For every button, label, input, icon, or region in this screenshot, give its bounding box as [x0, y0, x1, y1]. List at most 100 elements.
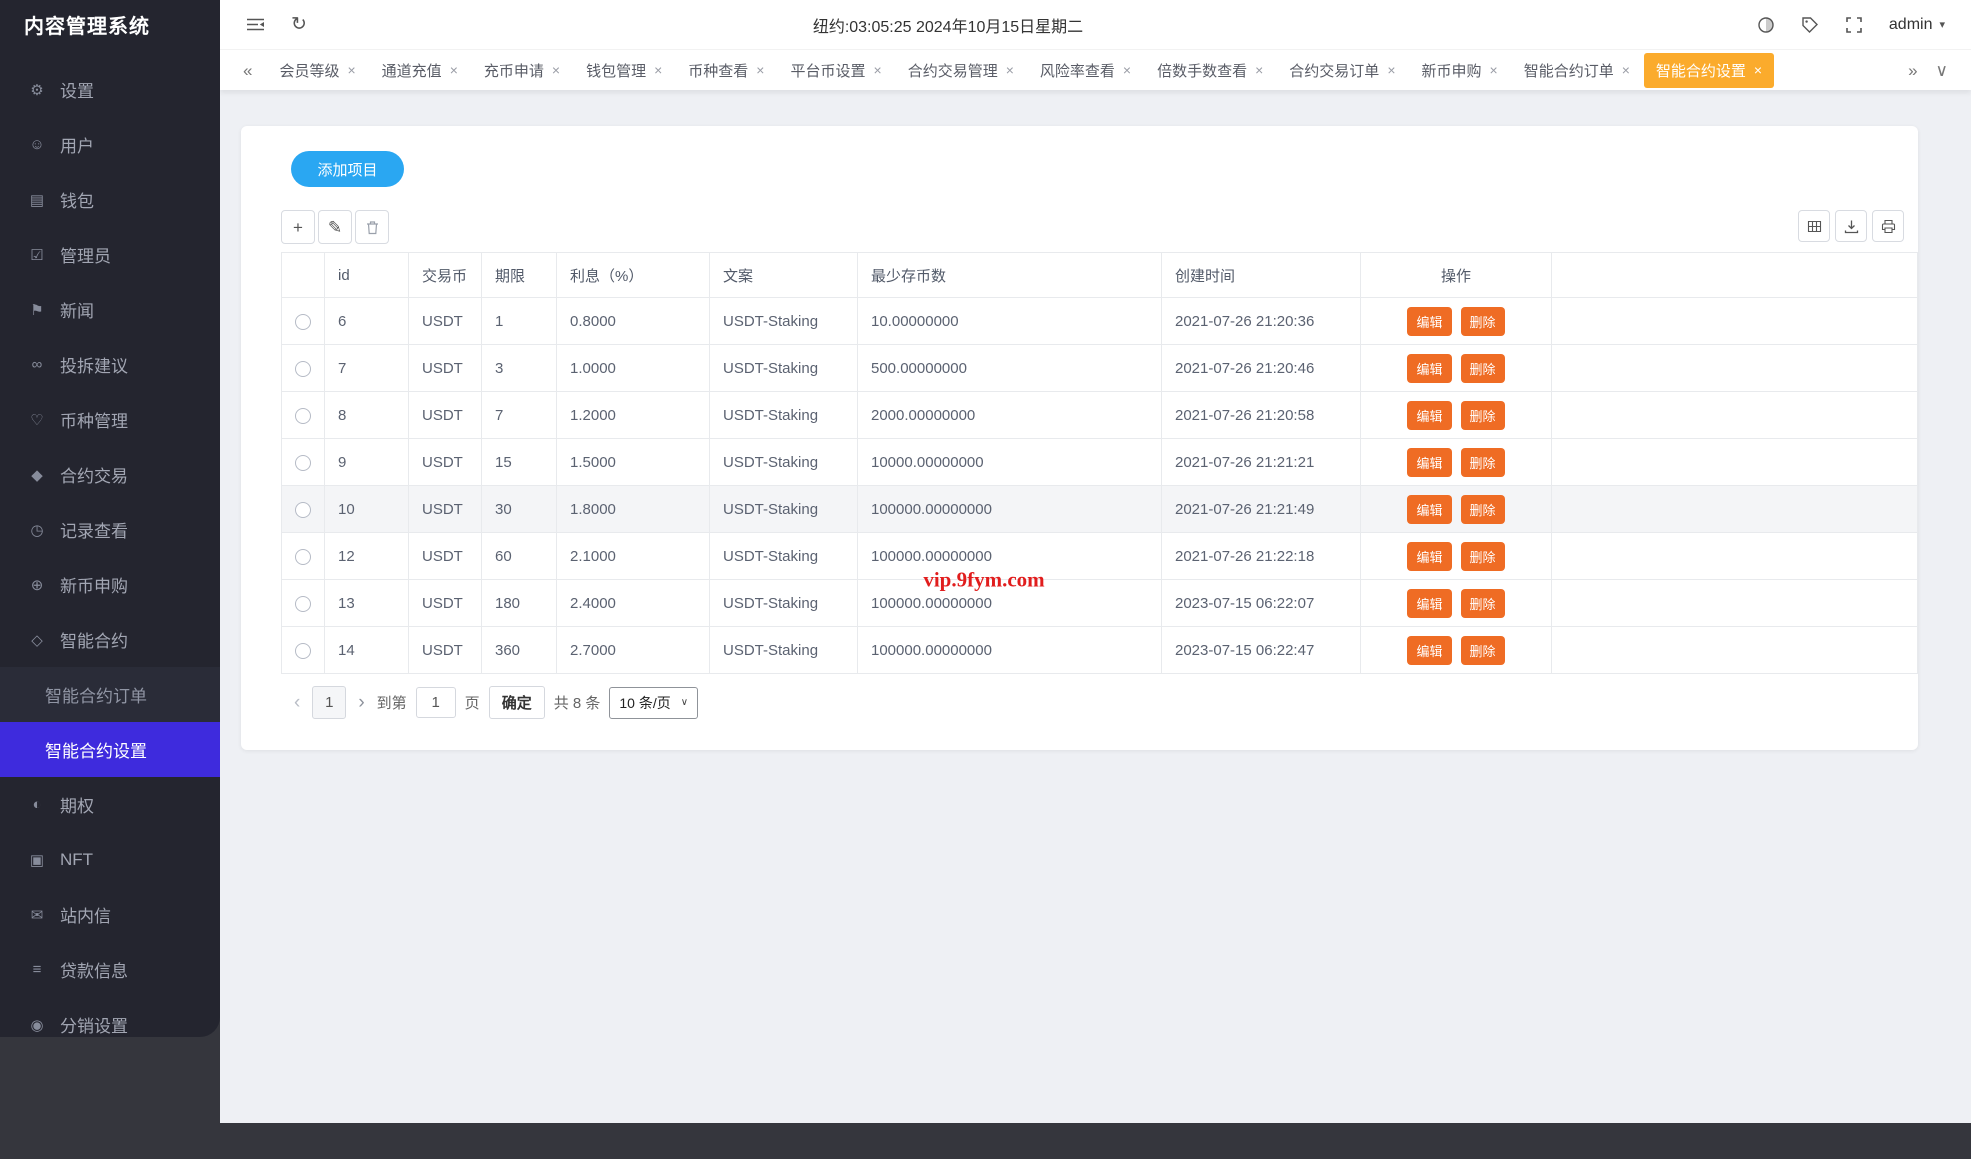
tab[interactable]: 会员等级 ×: [267, 53, 367, 88]
delete-button[interactable]: 删除: [1460, 494, 1505, 524]
close-icon[interactable]: ×: [1622, 63, 1630, 77]
close-icon[interactable]: ×: [1006, 63, 1014, 77]
delete-button[interactable]: 删除: [1460, 306, 1505, 336]
edit-button[interactable]: 编辑: [1407, 541, 1452, 571]
row-radio[interactable]: [295, 454, 311, 471]
close-icon[interactable]: ×: [874, 63, 882, 77]
sidebar-item[interactable]: ▣ NFT: [0, 832, 220, 887]
sidebar-item[interactable]: ◇ 智能合约: [0, 612, 220, 667]
theme-icon[interactable]: [1757, 16, 1775, 34]
sidebar-item[interactable]: ▤ 钱包: [0, 172, 220, 227]
sidebar-item[interactable]: ◆ 合约交易: [0, 447, 220, 502]
print-button[interactable]: [1872, 210, 1904, 242]
close-icon[interactable]: ×: [654, 63, 662, 77]
delete-row-button[interactable]: [355, 210, 389, 244]
tabs-menu-icon[interactable]: ∨: [1927, 62, 1957, 79]
close-icon[interactable]: ×: [1387, 63, 1395, 77]
tab[interactable]: 合约交易订单 ×: [1277, 53, 1407, 88]
edit-button[interactable]: 编辑: [1407, 635, 1452, 665]
delete-button[interactable]: 删除: [1460, 447, 1505, 477]
tab[interactable]: 新币申购 ×: [1410, 53, 1510, 88]
add-row-button[interactable]: +: [281, 210, 315, 244]
row-radio[interactable]: [295, 360, 311, 377]
tab[interactable]: 合约交易管理 ×: [896, 53, 1026, 88]
collapse-sidebar-icon[interactable]: [246, 17, 265, 32]
page-size-select[interactable]: 10 条/页 ∨: [609, 686, 699, 719]
sidebar-item[interactable]: ⚙ 设置: [0, 62, 220, 117]
next-page-icon[interactable]: ›: [355, 693, 367, 712]
edit-button[interactable]: 编辑: [1407, 494, 1452, 524]
fullscreen-icon[interactable]: [1845, 16, 1863, 34]
close-icon[interactable]: ×: [1490, 63, 1498, 77]
user-menu[interactable]: admin ▾: [1889, 16, 1945, 34]
sidebar-item[interactable]: ⚑ 新闻: [0, 282, 220, 337]
row-radio[interactable]: [295, 313, 311, 330]
tab[interactable]: 钱包管理 ×: [574, 53, 674, 88]
close-icon[interactable]: ×: [1255, 63, 1263, 77]
tabs-scroll-left-icon[interactable]: «: [234, 62, 261, 79]
sidebar-item[interactable]: ≡ 贷款信息: [0, 942, 220, 997]
cell-text: USDT-Staking: [709, 626, 858, 674]
delete-button[interactable]: 删除: [1460, 400, 1505, 430]
edit-row-button[interactable]: ✎: [318, 210, 352, 244]
admin-badge-icon: ☑: [30, 246, 44, 264]
tab[interactable]: 平台币设置 ×: [778, 53, 893, 88]
sidebar-item[interactable]: ⊕ 新币申购: [0, 557, 220, 612]
cell-actions: 编辑 删除: [1360, 579, 1552, 627]
tab[interactable]: 风险率查看 ×: [1028, 53, 1143, 88]
close-icon[interactable]: ×: [1754, 63, 1762, 77]
edit-button[interactable]: 编辑: [1407, 400, 1452, 430]
tab[interactable]: 通道充值 ×: [370, 53, 470, 88]
delete-button[interactable]: 删除: [1460, 588, 1505, 618]
edit-button[interactable]: 编辑: [1407, 588, 1452, 618]
close-icon[interactable]: ×: [756, 63, 764, 77]
delete-button[interactable]: 删除: [1460, 635, 1505, 665]
row-radio[interactable]: [295, 501, 311, 518]
row-radio[interactable]: [295, 595, 311, 612]
add-item-button[interactable]: 添加项目: [291, 151, 404, 187]
edit-button[interactable]: 编辑: [1407, 306, 1452, 336]
tab[interactable]: 智能合约订单 ×: [1512, 53, 1642, 88]
edit-button[interactable]: 编辑: [1407, 353, 1452, 383]
sidebar-item[interactable]: ◐ 期权: [0, 777, 220, 832]
row-radio[interactable]: [295, 548, 311, 565]
tag-icon[interactable]: [1801, 16, 1819, 34]
close-icon[interactable]: ×: [450, 63, 458, 77]
row-radio[interactable]: [295, 642, 311, 659]
sidebar-item[interactable]: ♡ 币种管理: [0, 392, 220, 447]
sidebar-item[interactable]: ◷ 记录查看: [0, 502, 220, 557]
sidebar-item[interactable]: 智能合约设置: [0, 722, 220, 777]
cell-actions: 编辑 删除: [1360, 344, 1552, 392]
tab[interactable]: 倍数手数查看 ×: [1145, 53, 1275, 88]
sidebar-item[interactable]: ◉ 分销设置: [0, 997, 220, 1052]
row-radio[interactable]: [295, 407, 311, 424]
tab[interactable]: 充币申请 ×: [472, 53, 572, 88]
column-header-filler: [1551, 252, 1918, 298]
sidebar-item[interactable]: ☑ 管理员: [0, 227, 220, 282]
chevron-down-icon: ∨: [680, 697, 689, 708]
sidebar-item[interactable]: 智能合约订单: [0, 667, 220, 722]
columns-button[interactable]: [1798, 210, 1830, 242]
tab-label: 充币申请: [483, 62, 544, 80]
refresh-icon[interactable]: ↻: [291, 15, 307, 34]
goto-page-input[interactable]: [415, 687, 456, 718]
cell-min: 10000.00000000: [857, 438, 1162, 486]
edit-button[interactable]: 编辑: [1407, 447, 1452, 477]
delete-button[interactable]: 删除: [1460, 353, 1505, 383]
sidebar-item[interactable]: ✉ 站内信: [0, 887, 220, 942]
prev-page-icon[interactable]: ‹: [291, 693, 303, 712]
sidebar-item[interactable]: ∞ 投拆建议: [0, 337, 220, 392]
delete-button[interactable]: 删除: [1460, 541, 1505, 571]
tab[interactable]: 智能合约设置 ×: [1643, 52, 1775, 88]
cell-created: 2023-07-15 06:22:07: [1161, 579, 1361, 627]
close-icon[interactable]: ×: [347, 63, 355, 77]
confirm-page-button[interactable]: 确定: [488, 686, 545, 719]
tab[interactable]: 币种查看 ×: [676, 53, 776, 88]
close-icon[interactable]: ×: [552, 63, 560, 77]
tabs-scroll-right-icon[interactable]: »: [1899, 62, 1926, 79]
page-number-button[interactable]: 1: [312, 686, 347, 719]
close-icon[interactable]: ×: [1123, 63, 1131, 77]
export-button[interactable]: [1835, 210, 1867, 242]
sidebar-item[interactable]: ☺ 用户: [0, 117, 220, 172]
cell-filler: [1551, 485, 1918, 533]
